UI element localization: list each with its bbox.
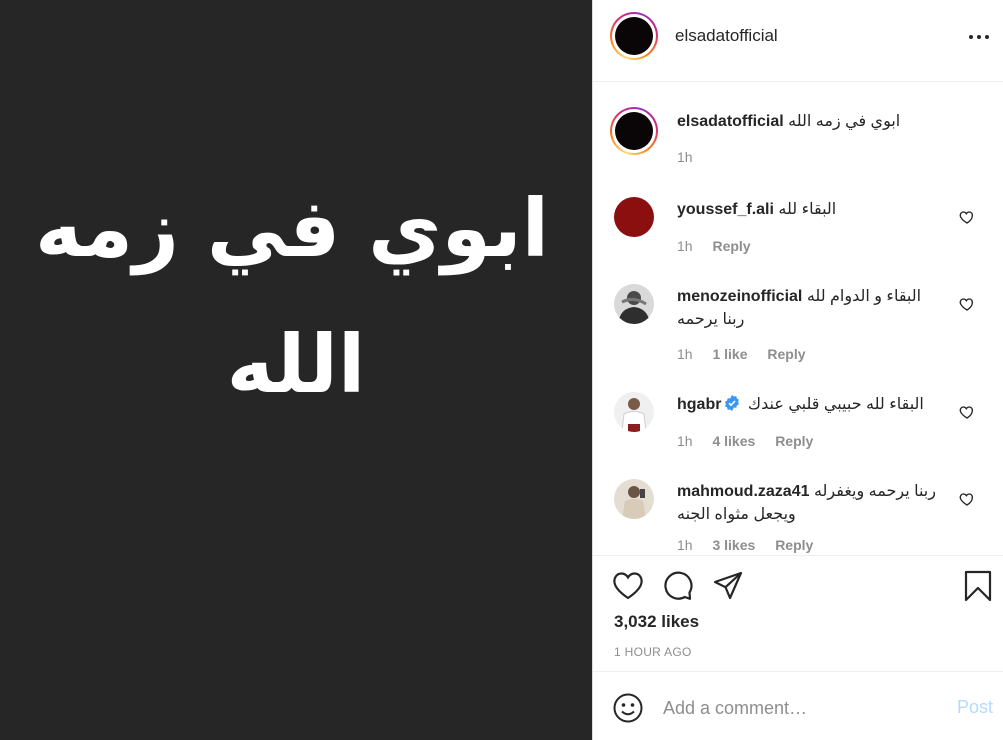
caption-time[interactable]: 1h <box>677 149 693 165</box>
reply-button[interactable]: Reply <box>775 537 813 553</box>
reply-button[interactable]: Reply <box>712 238 750 254</box>
post-image-text-line2: الله <box>226 318 366 411</box>
reply-button[interactable]: Reply <box>775 433 813 449</box>
comment-meta: 1h 4 likes Reply <box>677 433 829 449</box>
comment-time[interactable]: 1h <box>677 238 693 254</box>
author-avatar[interactable] <box>610 12 658 60</box>
comment-time[interactable]: 1h <box>677 346 693 362</box>
comment-like-icon[interactable] <box>959 404 975 420</box>
comment-username[interactable]: youssef_f.ali <box>677 201 774 218</box>
comment-input[interactable] <box>663 694 943 722</box>
comment-username[interactable]: menozeinofficial <box>677 288 802 305</box>
commenter-avatar[interactable] <box>614 284 654 324</box>
comment-username[interactable]: hgabr <box>677 396 721 413</box>
post-header: elsadatofficial <box>593 0 1003 82</box>
comment-like-icon[interactable] <box>959 209 975 225</box>
heart-icon[interactable] <box>612 570 644 602</box>
caption-avatar[interactable] <box>610 107 658 155</box>
emoji-icon[interactable] <box>613 693 643 723</box>
comment-like-icon[interactable] <box>959 296 975 312</box>
commenter-avatar[interactable] <box>614 392 654 432</box>
caption-text: ابوي في زمه الله <box>788 113 901 130</box>
comment-meta: 1h 3 likes Reply <box>677 537 829 553</box>
comment-likes[interactable]: 3 likes <box>712 537 755 553</box>
likes-count[interactable]: 3,032 likes <box>614 612 699 632</box>
post-timestamp[interactable]: 1 HOUR AGO <box>614 645 692 659</box>
post-comment-button[interactable]: Post <box>957 697 993 718</box>
verified-badge-icon <box>725 395 740 411</box>
comments-list[interactable]: elsadatofficial ابوي في زمه الله 1h yous… <box>593 82 1003 556</box>
comment-icon[interactable] <box>662 570 694 602</box>
post-image[interactable]: ابوي في زمه الله <box>0 0 592 740</box>
add-comment-bar: Post <box>593 672 1003 740</box>
comment-likes[interactable]: 4 likes <box>712 433 755 449</box>
comment-text: البقاء لله <box>778 201 837 218</box>
comment-time[interactable]: 1h <box>677 433 693 449</box>
comment-meta: 1h 1 like Reply <box>677 346 822 362</box>
comment-text: البقاء لله حبيبي قلبي عندك <box>747 396 924 413</box>
comment-meta: 1h Reply <box>677 238 767 254</box>
caption-meta: 1h <box>677 149 709 165</box>
reply-button[interactable]: Reply <box>767 346 805 362</box>
bookmark-icon[interactable] <box>962 570 994 602</box>
caption-username[interactable]: elsadatofficial <box>677 113 784 130</box>
post-image-text-line1: ابوي في زمه <box>34 182 550 275</box>
commenter-avatar[interactable] <box>614 479 654 519</box>
post-actions: 3,032 likes 1 HOUR AGO <box>593 556 1003 672</box>
author-username[interactable]: elsadatofficial <box>675 26 778 46</box>
post-side-panel: elsadatofficial elsadatofficial ابوي في … <box>592 0 1003 740</box>
share-icon[interactable] <box>712 570 744 602</box>
comment-username[interactable]: mahmoud.zaza41 <box>677 483 809 500</box>
comment-likes[interactable]: 1 like <box>712 346 747 362</box>
commenter-avatar[interactable] <box>614 197 654 237</box>
comment-like-icon[interactable] <box>959 491 975 507</box>
comment-time[interactable]: 1h <box>677 537 693 553</box>
more-options-icon[interactable] <box>969 27 991 47</box>
